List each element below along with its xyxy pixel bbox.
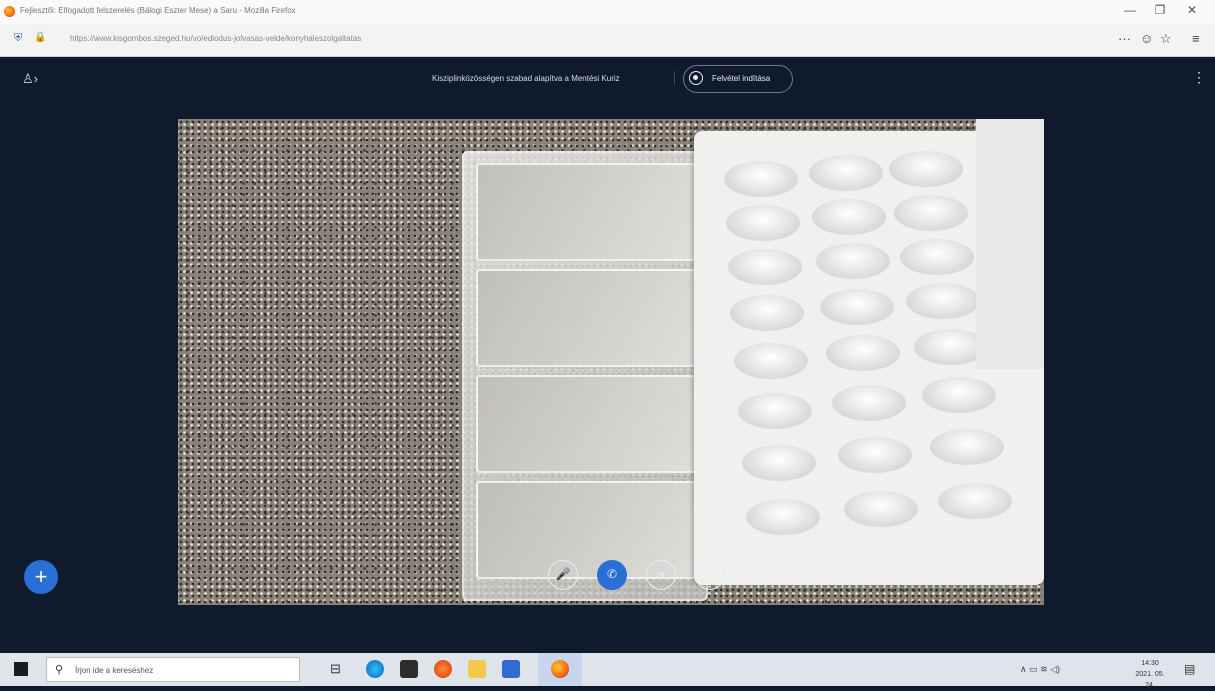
shell-cavity [738, 393, 812, 429]
taskbar-search-box[interactable]: ⚲ Írjon ide a kereséshez [46, 657, 300, 682]
tracking-shield-icon[interactable]: ⛨ [14, 32, 22, 45]
outlook-icon[interactable] [502, 660, 520, 678]
shell-cavity [726, 205, 800, 241]
window-title: Fejlesztői: Elfogadott felszerelés (Bálo… [20, 6, 296, 15]
share-screen-button[interactable]: ▭ [695, 560, 725, 590]
shell-cavity [832, 385, 906, 421]
store-icon[interactable] [400, 660, 418, 678]
page-actions-button[interactable]: ··· [1118, 31, 1131, 46]
shell-cavity [742, 445, 816, 481]
add-button[interactable]: + [24, 560, 58, 594]
edge-browser-icon[interactable] [366, 660, 384, 678]
system-tray[interactable]: ∧ ▭ ≋ ◁) [1020, 664, 1060, 675]
pocket-icon[interactable]: ☺ [1140, 31, 1153, 46]
menu-icon[interactable]: ≡ [1192, 31, 1200, 46]
search-icon: ⚲ [55, 664, 64, 676]
title-separator [674, 71, 675, 85]
file-explorer-icon[interactable] [468, 660, 486, 678]
mute-microphone-button[interactable]: 🎤 [548, 560, 578, 590]
shell-cavity [826, 335, 900, 371]
clock-date: 2021. 05. 24. [1135, 671, 1165, 689]
clear-chocolate-bar-mold [462, 151, 708, 601]
task-view-icon[interactable]: ⊟ [330, 661, 341, 677]
shell-cavity [809, 155, 883, 191]
second-white-mold [976, 119, 1044, 369]
close-button[interactable]: ✕ [1180, 3, 1204, 17]
hangup-button[interactable]: ✆ [597, 560, 627, 590]
record-icon [689, 71, 703, 85]
bookmark-star-icon[interactable]: ☆ [1160, 31, 1172, 47]
start-recording-label: Felvétel indítása [712, 74, 771, 83]
bar-cavity [476, 375, 696, 473]
bar-cavity [476, 269, 696, 367]
participants-icon[interactable]: ♙› [22, 71, 38, 87]
shell-cavity [734, 343, 808, 379]
shell-cavity [906, 283, 980, 319]
browser-title-bar: Fejlesztői: Elfogadott felszerelés (Bálo… [0, 0, 1215, 24]
video-feed [178, 119, 1044, 605]
notifications-icon[interactable]: ▤ [1184, 662, 1195, 676]
shell-cavity [900, 239, 974, 275]
shell-cavity [728, 249, 802, 285]
camera-toggle-button[interactable]: ⌀ [646, 560, 676, 590]
clock-time: 14:30 [1141, 660, 1159, 667]
lock-icon[interactable]: 🔒 [34, 32, 46, 43]
search-placeholder: Írjon ide a kereséshez [75, 666, 154, 675]
shell-cavity [730, 295, 804, 331]
shell-cavity [938, 483, 1012, 519]
shell-cavity [894, 195, 968, 231]
shell-cavity [838, 437, 912, 473]
windows-taskbar: ⚲ Írjon ide a kereséshez ⊟ ∧ ▭ ≋ ◁) 14:3… [0, 653, 1215, 689]
shell-cavity [816, 243, 890, 279]
url-field[interactable]: https://www.kisgombos.szeged.hu/vo/ediod… [70, 34, 361, 43]
start-recording-button[interactable]: Felvétel indítása [683, 65, 793, 93]
shell-cavity [844, 491, 918, 527]
shell-cavity [724, 161, 798, 197]
address-bar: ⛨ 🔒 https://www.kisgombos.szeged.hu/vo/e… [0, 24, 1215, 57]
shell-cavity [889, 151, 963, 187]
meeting-title: Kisziplinközösségen szabad alapítva a Me… [432, 74, 620, 83]
minimize-button[interactable]: — [1118, 3, 1142, 17]
firefox-logo-icon [4, 6, 15, 17]
office-app-icon[interactable] [434, 660, 452, 678]
shell-cavity [930, 429, 1004, 465]
shell-cavity [820, 289, 894, 325]
shell-cavity [812, 199, 886, 235]
shell-cavity [922, 377, 996, 413]
maximize-button[interactable]: ❐ [1148, 3, 1172, 17]
shell-cavity [746, 499, 820, 535]
windows-start-icon[interactable] [14, 662, 28, 676]
bar-cavity [476, 163, 696, 261]
taskbar-clock[interactable]: 14:30 2021. 05. 24. [1130, 658, 1170, 691]
firefox-taskbar-icon [551, 660, 569, 678]
more-options-icon[interactable]: ⋮ [1192, 69, 1206, 86]
